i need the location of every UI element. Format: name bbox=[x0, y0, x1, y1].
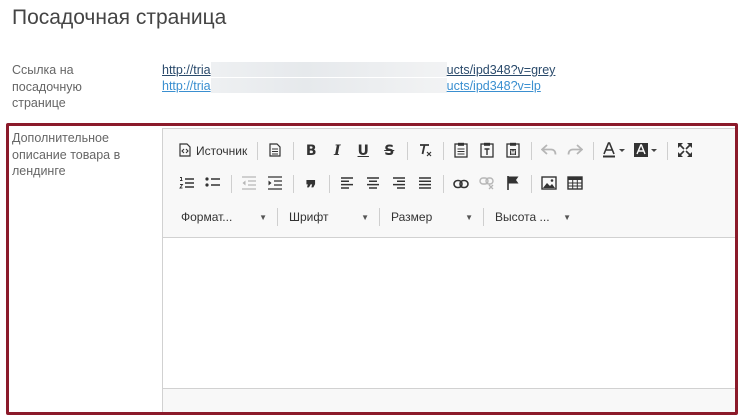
landing-url-grey-link[interactable]: http://tria ucts/ipd348?v=grey bbox=[162, 62, 555, 78]
landing-link-label-line-1: Ссылка на bbox=[12, 63, 74, 77]
highlight-frame bbox=[6, 123, 738, 415]
landing-url-lp-end[interactable]: ucts/ipd348?v=lp bbox=[447, 79, 541, 93]
landing-link-label-line-2: посадочную bbox=[12, 79, 82, 94]
landing-link-label-line-3: странице bbox=[12, 96, 66, 110]
landing-url-lp-link[interactable]: http://tria ucts/ipd348?v=lp bbox=[162, 78, 555, 94]
landing-url-grey-start[interactable]: http://tria bbox=[162, 63, 211, 77]
redacted-blur bbox=[210, 62, 447, 77]
landing-urls: http://tria ucts/ipd348?v=grey http://tri… bbox=[162, 62, 555, 94]
page-title: Посадочная страница bbox=[12, 6, 227, 29]
landing-link-label: Ссылка на посадочную странице bbox=[12, 62, 82, 112]
landing-url-lp-start[interactable]: http://tria bbox=[162, 79, 211, 93]
redacted-blur bbox=[210, 78, 447, 93]
landing-url-grey-end[interactable]: ucts/ipd348?v=grey bbox=[447, 63, 556, 77]
